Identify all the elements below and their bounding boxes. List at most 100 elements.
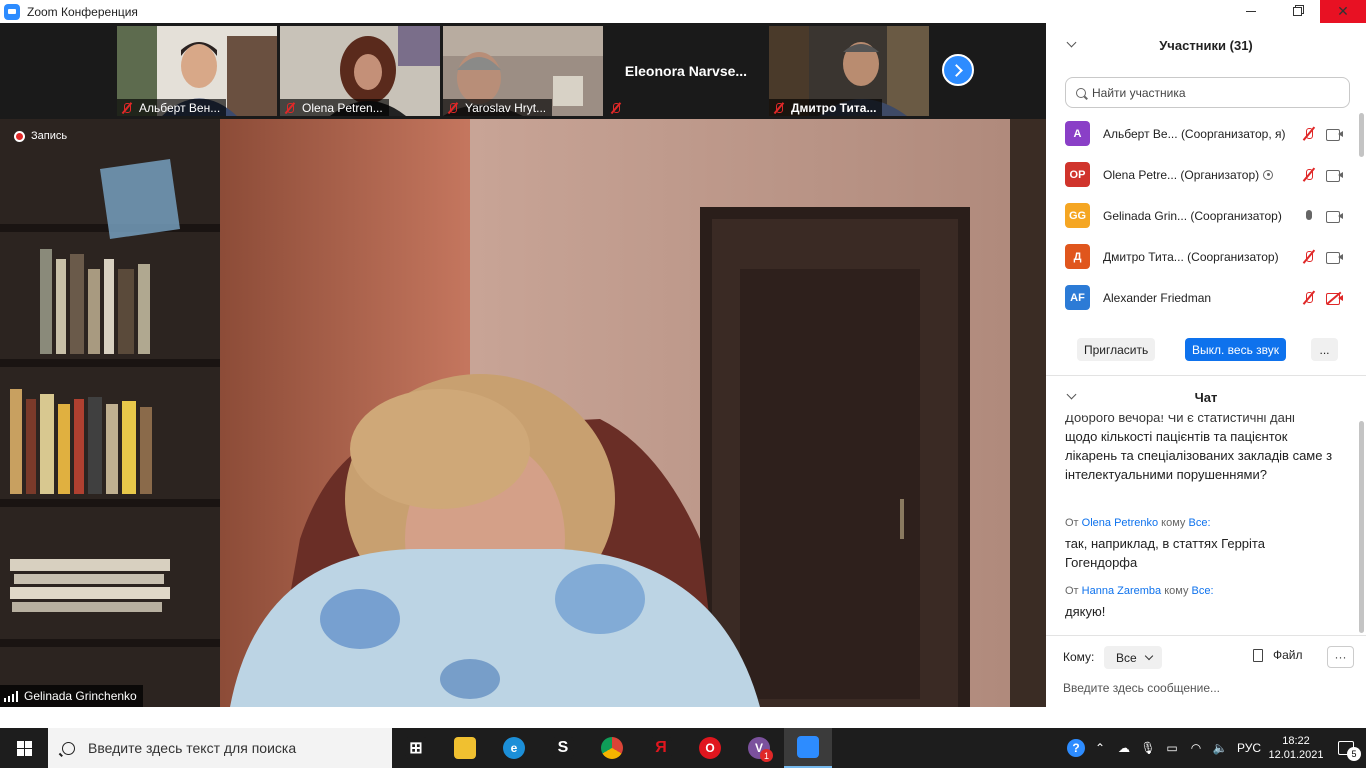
- chat-message-input[interactable]: [1063, 677, 1353, 699]
- mute-all-button[interactable]: Выкл. весь звук: [1185, 338, 1287, 361]
- camera-off-icon[interactable]: [1326, 291, 1344, 305]
- participant-search[interactable]: [1065, 77, 1350, 108]
- to-label: кому: [1161, 517, 1186, 529]
- thumbnail-name: Olena Petren...: [280, 99, 389, 116]
- notifications-button[interactable]: 5: [1326, 728, 1366, 768]
- participant-row[interactable]: GG Gelinada Grin... (Соорганизатор): [1046, 195, 1356, 236]
- task-view-icon: ⊞: [405, 737, 427, 759]
- edge-icon: e: [503, 737, 525, 759]
- chat-more-button[interactable]: ···: [1327, 646, 1354, 668]
- chat-scrollbar[interactable]: [1359, 421, 1364, 633]
- participant-display-name: Gelinada Grin...: [1103, 208, 1188, 223]
- video-area: Альберт Вен... Olena Petren... Yaroslav …: [0, 23, 1046, 707]
- chat-message-partial: Доброго вечора! Чи є статистичні дані: [1065, 415, 1295, 425]
- mic-muted-icon[interactable]: [1302, 291, 1316, 305]
- avatar: AF: [1065, 285, 1090, 310]
- participants-scrollbar[interactable]: [1359, 113, 1364, 157]
- participant-row[interactable]: OP Olena Petre... (Организатор): [1046, 154, 1356, 195]
- microphone-icon[interactable]: 🎙: [1136, 728, 1160, 768]
- participant-row[interactable]: AF Alexander Friedman: [1046, 277, 1356, 318]
- window-bottom-edge: [0, 707, 1366, 728]
- mic-icon[interactable]: [1302, 209, 1316, 223]
- taskbar-app[interactable]: ⊞: [392, 728, 440, 768]
- invite-button[interactable]: Пригласить: [1077, 338, 1156, 361]
- recipient-value: Все: [1116, 650, 1137, 665]
- speaker-video-frame: [0, 119, 1046, 707]
- participant-role: (Соорганизатор): [1190, 208, 1282, 223]
- more-options-button[interactable]: ...: [1311, 338, 1338, 361]
- app-s-icon: S: [552, 737, 574, 759]
- participant-name: Gelinada Grin... (Соорганизатор): [1103, 209, 1282, 223]
- taskbar-app[interactable]: [588, 728, 636, 768]
- file-button[interactable]: Файл: [1253, 648, 1303, 662]
- participant-name: Дмитро Тита... (Соорганизатор): [1103, 250, 1279, 264]
- minimize-button[interactable]: [1228, 0, 1274, 23]
- avatar: GG: [1065, 203, 1090, 228]
- language-indicator[interactable]: РУС: [1232, 728, 1266, 768]
- minimize-icon: [1246, 11, 1256, 12]
- participant-name: Дмитро Тита...: [791, 100, 877, 115]
- taskbar-app[interactable]: O: [686, 728, 734, 768]
- sender-name[interactable]: Olena Petrenko: [1082, 517, 1158, 529]
- participant-list: A Альберт Ве... (Соорганизатор, я) OP Olena…: [1046, 113, 1356, 323]
- video-thumbnail[interactable]: Eleonora Narvse...: [606, 26, 766, 116]
- maximize-button[interactable]: [1274, 0, 1320, 23]
- wifi-icon[interactable]: ◠: [1184, 728, 1208, 768]
- recording-label: Запись: [31, 130, 68, 142]
- help-icon[interactable]: ?: [1064, 728, 1088, 768]
- taskbar-app[interactable]: S: [539, 728, 587, 768]
- taskbar-app[interactable]: Я: [637, 728, 685, 768]
- mic-muted-icon[interactable]: [1302, 168, 1316, 182]
- participant-row[interactable]: Д Дмитро Тита... (Соорганизатор): [1046, 236, 1356, 277]
- taskbar-search[interactable]: [48, 728, 392, 768]
- collapse-icon[interactable]: [1066, 389, 1077, 400]
- video-thumbnail[interactable]: Альберт Вен...: [117, 26, 277, 116]
- active-speaker-video: Запись Gelinada Grinchenko: [0, 119, 1046, 707]
- mic-muted-icon[interactable]: [1302, 250, 1316, 264]
- camera-icon[interactable]: [1326, 210, 1344, 223]
- camera-icon[interactable]: [1326, 169, 1344, 182]
- participant-display-name: Альберт Ве...: [1103, 126, 1178, 141]
- battery-icon[interactable]: ▭: [1160, 728, 1184, 768]
- sender-name[interactable]: Hanna Zaremba: [1082, 585, 1162, 597]
- mic-muted-icon[interactable]: [1302, 127, 1316, 141]
- thumbnail-name: [606, 99, 634, 116]
- taskbar-app[interactable]: e: [490, 728, 538, 768]
- signal-strength-icon: [4, 690, 18, 702]
- recipient-select[interactable]: Все: [1104, 646, 1162, 669]
- mic-muted-icon: [447, 102, 459, 114]
- volume-icon[interactable]: 🔈: [1208, 728, 1232, 768]
- clock[interactable]: 18:22 12.01.2021: [1266, 734, 1326, 762]
- taskbar-app[interactable]: [441, 728, 489, 768]
- camera-icon[interactable]: [1326, 251, 1344, 264]
- zoom-window: Zoom Конференция ✕ Альберт Вен... Olena …: [0, 0, 1366, 768]
- chevron-up-icon[interactable]: ⌃: [1088, 728, 1112, 768]
- camera-icon[interactable]: [1326, 128, 1344, 141]
- start-button[interactable]: [0, 728, 48, 768]
- windows-logo-icon: [16, 740, 32, 756]
- chat-message-text: щодо кількості пацієнтів та пацієнток лі…: [1065, 429, 1333, 482]
- network-alert-icon[interactable]: ☁: [1112, 728, 1136, 768]
- taskbar-app[interactable]: V1: [735, 728, 783, 768]
- next-page-button[interactable]: [942, 54, 974, 86]
- participant-row[interactable]: A Альберт Ве... (Соорганизатор, я): [1046, 113, 1356, 154]
- avatar: OP: [1065, 162, 1090, 187]
- search-icon: [1076, 87, 1086, 98]
- close-button[interactable]: ✕: [1320, 0, 1366, 23]
- collapse-icon[interactable]: [1066, 37, 1077, 48]
- taskbar-app[interactable]: [784, 728, 832, 768]
- participant-role: (Организатор): [1180, 167, 1260, 182]
- participants-title: Участники (31): [1159, 37, 1253, 53]
- video-thumbnail[interactable]: Дмитро Тита...: [769, 26, 929, 116]
- taskbar-search-input[interactable]: [88, 740, 388, 756]
- chrome-icon: [601, 737, 623, 759]
- record-icon: [14, 130, 25, 142]
- to-label: кому: [1164, 585, 1189, 597]
- from-label: От: [1065, 517, 1079, 529]
- chat-message-meta: От Hanna Zaremba кому Все:: [1065, 585, 1214, 597]
- video-thumbnail[interactable]: Yaroslav Hryt...: [443, 26, 603, 116]
- chevron-right-icon: [950, 63, 963, 77]
- screen-share-icon: [1263, 169, 1274, 180]
- video-thumbnail[interactable]: Olena Petren...: [280, 26, 440, 116]
- participant-search-input[interactable]: [1092, 85, 1332, 100]
